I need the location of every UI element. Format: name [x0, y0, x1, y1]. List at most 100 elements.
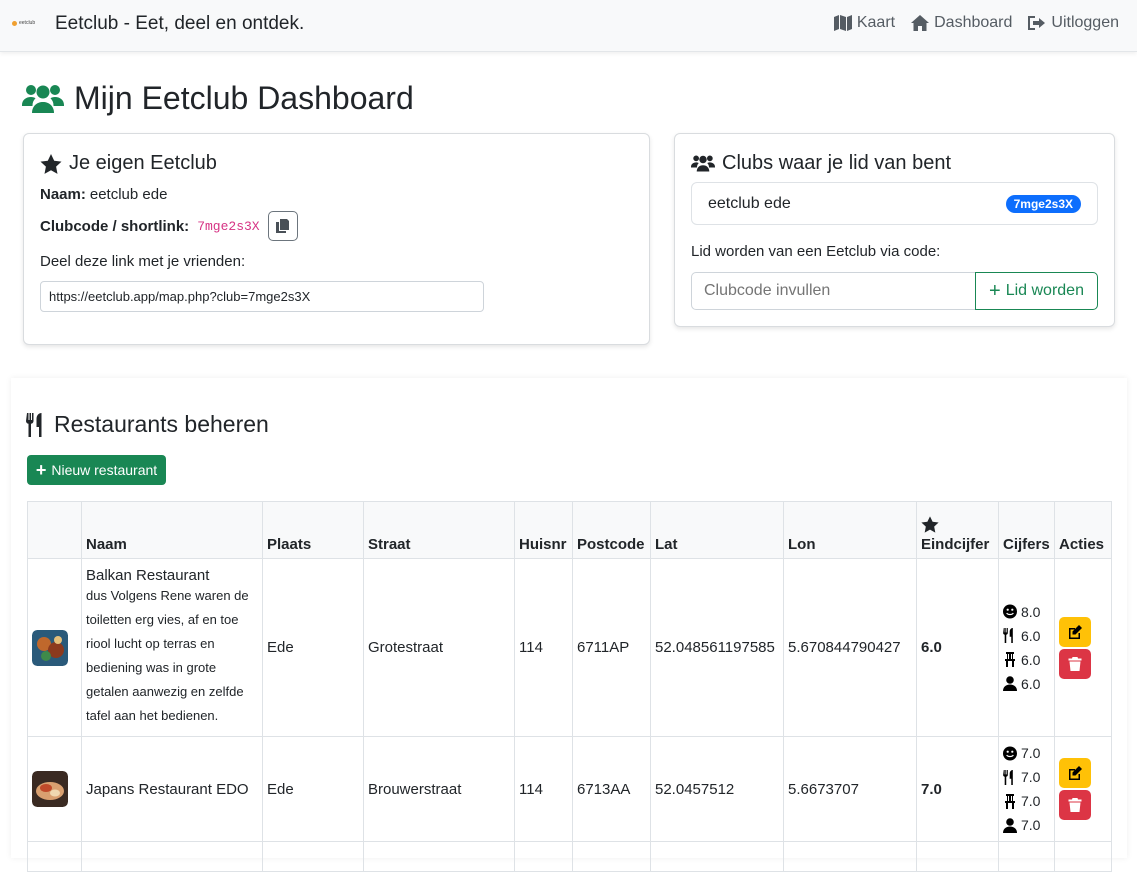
club-code-label: Clubcode / shortlink:	[40, 217, 190, 235]
copy-button[interactable]	[267, 211, 298, 241]
edit-button[interactable]	[1059, 758, 1091, 788]
score-service: 6.0	[1003, 672, 1050, 696]
score-food: 7.0	[1003, 765, 1050, 789]
score-value: 7.0	[1021, 745, 1041, 761]
users-icon	[22, 84, 64, 113]
place-cell: Ede	[262, 558, 364, 737]
navbar: eetclub Eetclub - Eet, deel en ontdek. K…	[0, 0, 1137, 52]
brand-logo[interactable]: eetclub	[12, 19, 40, 29]
user-icon	[1003, 817, 1017, 833]
utensils-icon	[1003, 769, 1013, 785]
col-naam[interactable]: Naam	[81, 501, 263, 559]
trash-icon	[1068, 798, 1082, 812]
own-club-card: Je eigen Eetclub Naam: eetclub ede Clubc…	[23, 133, 650, 345]
member-clubs-title-text: Clubs waar je lid van bent	[722, 152, 952, 174]
col-straat[interactable]: Straat	[363, 501, 515, 559]
list-item[interactable]: eetclub ede 7mge2s3X	[691, 182, 1098, 225]
club-name-row: Naam: eetclub ede	[40, 186, 167, 203]
final-score: 6.0	[921, 639, 942, 656]
page-title: Mijn Eetclub Dashboard	[22, 80, 414, 117]
col-eindcijfer[interactable]: Eindcijfer	[916, 501, 999, 559]
actions-cell	[1054, 736, 1112, 842]
delete-button[interactable]	[1059, 648, 1091, 679]
own-club-title: Je eigen Eetclub	[40, 152, 217, 175]
club-name-value: eetclub ede	[89, 186, 168, 203]
nav-link-label: Dashboard	[934, 14, 1013, 31]
club-code-badge: 7mge2s3X	[1005, 194, 1081, 213]
col-lat[interactable]: Lat	[650, 501, 784, 559]
restaurants-title-text: Restaurants beheren	[54, 411, 269, 437]
chair-icon	[1005, 652, 1015, 667]
lat-cell: 52.048561197585	[650, 558, 784, 737]
share-label: Deel deze link met je vrienden:	[40, 253, 246, 270]
lon-cell: 5.6673707	[783, 736, 917, 842]
star-icon	[921, 516, 939, 533]
restaurant-name: Japans Restaurant EDO	[86, 780, 249, 798]
home-icon	[911, 15, 930, 31]
score-smile: 8.0	[1003, 600, 1050, 624]
star-icon	[40, 153, 62, 174]
brand-title[interactable]: Eetclub - Eet, deel en ontdek.	[55, 13, 304, 35]
map-icon	[833, 15, 852, 31]
edit-icon	[1069, 766, 1082, 780]
score-value: 6.0	[1021, 651, 1041, 668]
restaurants-title: Restaurants beheren	[26, 411, 269, 438]
join-label: Lid worden van een Eetclub via code:	[691, 243, 941, 260]
club-code-value: 7mge2s3X	[197, 218, 260, 234]
users-icon	[691, 155, 715, 172]
new-restaurant-button[interactable]: + Nieuw restaurant	[27, 455, 166, 485]
score-smile: 7.0	[1003, 741, 1050, 765]
restaurants-table: Naam Plaats Straat Huisnr Postcode Lat L…	[27, 501, 1112, 872]
member-clubs-card: Clubs waar je lid van bent eetclub ede 7…	[674, 133, 1115, 327]
edit-button[interactable]	[1059, 616, 1091, 647]
scores-cell: 8.0 6.0 6.0 6.0	[998, 558, 1055, 737]
user-icon	[1003, 676, 1017, 691]
restaurant-name: Balkan Restaurant	[86, 567, 210, 584]
col-plaats[interactable]: Plaats	[262, 501, 364, 559]
final-score-cell: 7.0	[916, 736, 999, 842]
edit-icon	[1069, 624, 1082, 639]
table-row: Japans Restaurant EDO Ede Brouwerstraat …	[27, 736, 1112, 842]
utensils-icon	[1003, 628, 1013, 643]
join-button[interactable]: + Lid worden	[975, 272, 1098, 310]
final-score-cell: 6.0	[916, 558, 999, 737]
copy-icon	[276, 219, 290, 233]
new-restaurant-label: Nieuw restaurant	[51, 462, 158, 478]
chair-icon	[1005, 793, 1015, 809]
number-cell: 114	[514, 558, 573, 737]
name-cell: Japans Restaurant EDO	[81, 736, 263, 842]
page-heading: Mijn Eetclub Dashboard	[74, 80, 414, 116]
nav-link-kaart[interactable]: Kaart	[833, 14, 895, 32]
nav-link-dashboard[interactable]: Dashboard	[911, 14, 1012, 32]
logo-text: eetclub	[19, 20, 36, 26]
plus-icon: +	[989, 280, 1001, 302]
nav-link-uitloggen[interactable]: Uitloggen	[1028, 14, 1119, 32]
nav-link-label: Uitloggen	[1051, 14, 1119, 31]
restaurants-section: Restaurants beheren + Nieuw restaurant N…	[11, 378, 1127, 872]
place-cell: Ede	[262, 736, 364, 842]
name-cell: Balkan Restaurant dus Volgens Rene waren…	[81, 558, 263, 737]
table-header-row: Naam Plaats Straat Huisnr Postcode Lat L…	[27, 501, 1112, 559]
scores-cell: 7.0 7.0 7.0 7.0	[998, 736, 1055, 842]
col-lon[interactable]: Lon	[783, 501, 917, 559]
col-thumb	[27, 501, 82, 559]
col-huisnr[interactable]: Huisnr	[514, 501, 573, 559]
restaurant-thumbnail[interactable]	[32, 629, 68, 666]
col-postcode[interactable]: Postcode	[572, 501, 651, 559]
col-acties: Acties	[1054, 501, 1112, 559]
table-row: Balkan Restaurant dus Volgens Rene waren…	[27, 558, 1112, 737]
clubcode-input[interactable]	[691, 272, 975, 310]
lon-cell: 5.670844790427	[783, 558, 917, 737]
postcode-cell: 6713AA	[572, 736, 651, 842]
lat-cell: 52.0457512	[650, 736, 784, 842]
smile-icon	[1003, 604, 1017, 619]
col-cijfers[interactable]: Cijfers	[998, 501, 1055, 559]
share-link-input[interactable]	[40, 281, 484, 312]
club-item-name: eetclub ede	[708, 194, 791, 212]
restaurant-thumbnail[interactable]	[32, 771, 68, 807]
score-value: 7.0	[1021, 793, 1041, 809]
own-club-title-text: Je eigen Eetclub	[69, 152, 217, 174]
score-value: 6.0	[1021, 627, 1041, 644]
delete-button[interactable]	[1059, 790, 1091, 820]
score-ambience: 6.0	[1003, 648, 1050, 672]
